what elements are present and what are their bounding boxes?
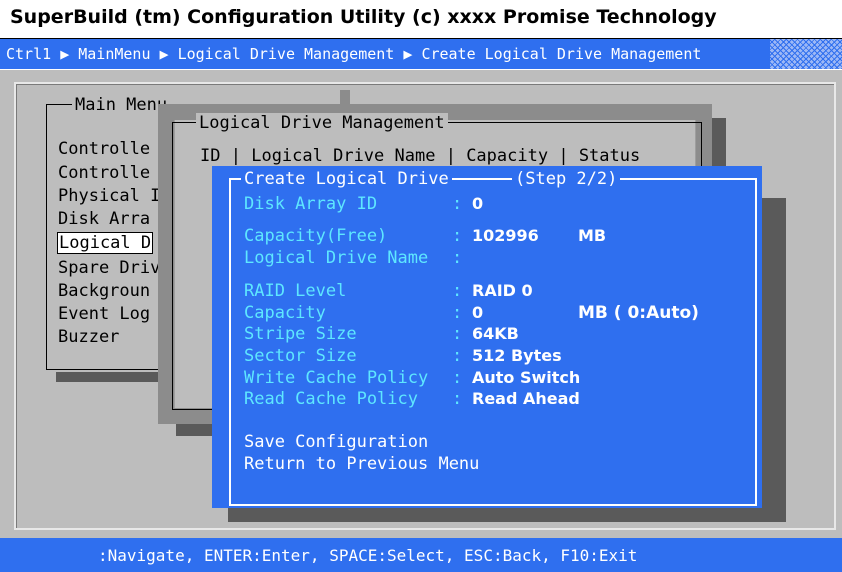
breadcrumb-item-ctrl[interactable]: Ctrl1 [6,45,51,63]
field-value-stripe-size[interactable]: 64KB [472,324,519,344]
breadcrumb-item-create: Create Logical Drive Management [421,45,702,63]
right-triangle-icon: ▶ [60,45,79,63]
field-label-capacity-free: Capacity(Free) [244,226,388,246]
field-label-write-cache-policy: Write Cache Policy [244,368,429,388]
title-bar: SuperBuild (tm) Configuration Utility (c… [0,0,842,39]
ldm-col-status: Status [578,146,641,166]
main-menu-item[interactable]: Spare Driv [58,258,160,278]
breadcrumb: Ctrl1 ▶ MainMenu ▶ Logical Drive Managem… [0,39,842,69]
status-hint: :Navigate, ENTER:Enter, SPACE:Select, ES… [98,546,638,565]
field-value-capacity-free: 102996 [472,226,539,245]
field-label-sector-size: Sector Size [244,346,357,366]
save-configuration-button[interactable]: Save Configuration [244,432,428,452]
field-label-disk-array-id: Disk Array ID [244,194,378,214]
breadcrumb-item-ldm[interactable]: Logical Drive Management [178,45,395,63]
main-menu-item[interactable]: Controlle [58,163,150,183]
field-label-read-cache-policy: Read Cache Policy [244,389,418,409]
right-triangle-icon: ▶ [159,45,178,63]
main-menu-item[interactable]: Event Log [58,304,150,324]
field-unit-capacity-free: MB [578,226,607,245]
main-menu-item-selected[interactable]: Logical D [57,232,154,254]
field-value-disk-array-id[interactable]: 0 [472,194,483,214]
main-menu-item[interactable]: Disk Arra [58,209,150,229]
field-value-sector-size[interactable]: 512 Bytes [472,346,562,366]
dialog-shadow [228,508,786,522]
field-label-logical-drive-name: Logical Drive Name [244,248,429,268]
dialog-title: Create Logical Drive [241,169,452,189]
field-label-raid-level: RAID Level [244,281,347,301]
field-value-capacity[interactable]: 0 [472,303,483,323]
field-value-read-cache-policy[interactable]: Read Ahead [472,389,580,409]
field-value-write-cache-policy[interactable]: Auto Switch [472,368,580,388]
field-value-raid-level[interactable]: RAID 0 [472,281,533,301]
app-title: SuperBuild (tm) Configuration Utility (c… [10,6,717,28]
ldm-title: Logical Drive Management [196,113,448,133]
breadcrumb-item-mainmenu[interactable]: MainMenu [78,45,150,63]
breadcrumb-pattern [770,39,842,69]
main-menu-item[interactable]: Controlle [58,139,150,159]
ldm-col-capacity: Capacity [466,146,549,166]
main-menu-item[interactable]: Physical I [58,186,160,206]
field-label-stripe-size: Stripe Size [244,324,357,344]
ldm-col-name: Logical Drive Name [251,146,436,166]
right-triangle-icon: ▶ [403,45,422,63]
status-bar: :Navigate, ENTER:Enter, SPACE:Select, ES… [0,538,842,572]
return-to-previous-menu-button[interactable]: Return to Previous Menu [244,454,479,474]
main-menu-item[interactable]: Backgroun [58,281,150,301]
main-menu-item[interactable]: Buzzer [58,327,119,347]
field-unit-capacity: MB ( 0:Auto) [578,303,699,323]
dialog-step: (Step 2/2) [512,169,621,189]
field-label-capacity: Capacity [244,303,326,323]
main-menu-title: Main Menu [72,95,171,115]
ldm-col-id: ID [200,146,221,166]
ldm-column-header: ID | Logical Drive Name | Capacity | Sta… [200,146,641,166]
dialog-shadow [762,198,786,522]
